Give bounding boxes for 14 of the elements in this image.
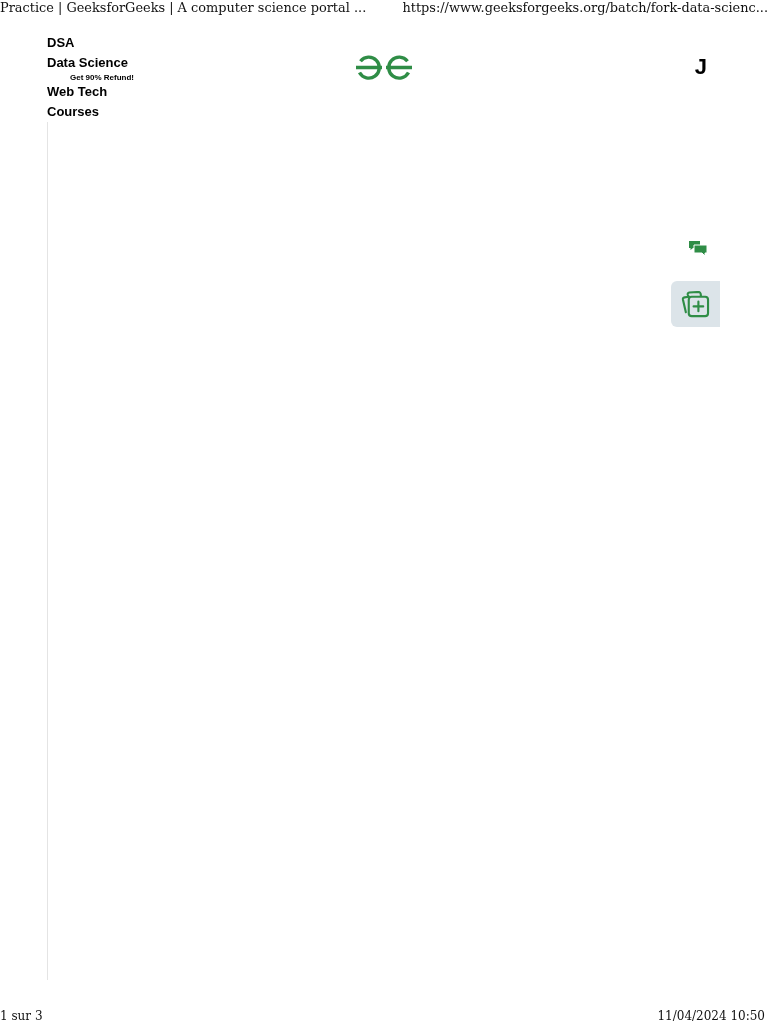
nav-link[interactable]: Data Science	[47, 53, 128, 73]
chat-bubbles-icon[interactable]	[688, 240, 708, 258]
add-card-button[interactable]	[671, 281, 720, 327]
page-number: 1 sur 3	[0, 1008, 43, 1024]
page-title: Practice | GeeksforGeeks | A computer science portal ...	[0, 0, 367, 16]
print-datetime: 11/04/2024 10:50	[657, 1008, 765, 1024]
profile-initial[interactable]: J	[694, 55, 707, 79]
nav-link[interactable]: Courses	[47, 102, 100, 122]
nav-link[interactable]: Web Tech	[47, 82, 108, 102]
logo-icon[interactable]	[355, 55, 413, 80]
page-url: https://www.geeksforgeeks.org/batch/fork-data-scienc...	[402, 0, 768, 16]
nav-link[interactable]: DSA	[47, 33, 75, 53]
promo-text: Get 90% Refund!	[70, 73, 134, 82]
stacked-cards-plus-icon	[681, 290, 710, 318]
